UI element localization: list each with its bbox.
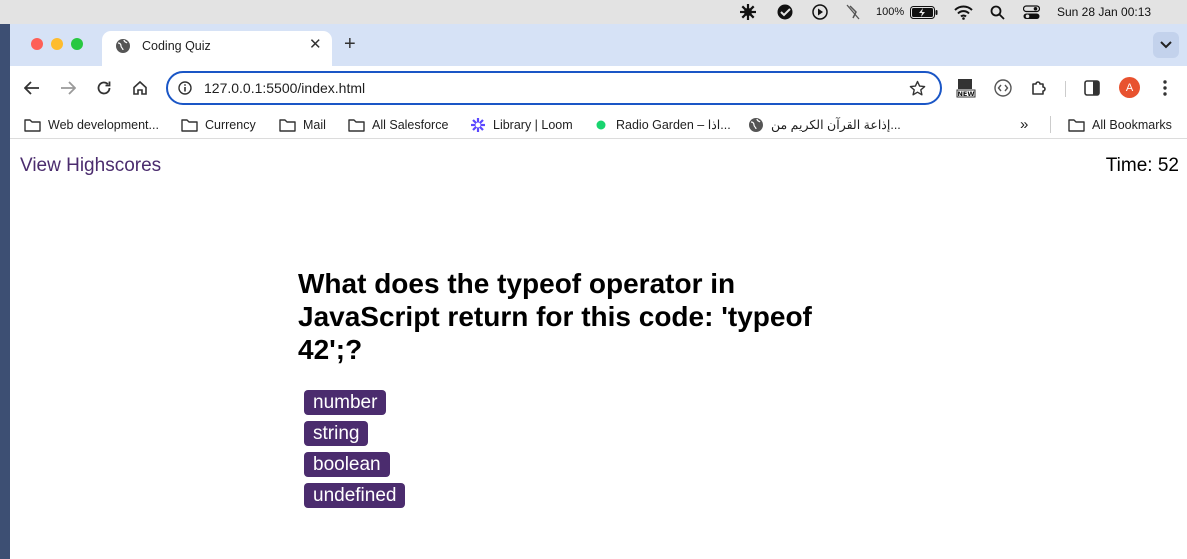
control-center-icon[interactable] <box>1023 0 1040 24</box>
zoom-window-button[interactable] <box>71 38 83 50</box>
check-status-icon[interactable] <box>776 0 795 24</box>
play-status-icon[interactable] <box>812 0 828 24</box>
answer-button-string[interactable]: string <box>304 421 369 446</box>
answer-button-number[interactable]: number <box>304 390 387 415</box>
reload-icon[interactable] <box>94 78 114 98</box>
kebab-menu-icon[interactable] <box>1155 78 1175 98</box>
chevron-down-icon <box>1160 41 1172 49</box>
loom-icon <box>471 117 485 132</box>
all-bookmarks-label: All Bookmarks <box>1092 117 1172 132</box>
new-extension-icon[interactable]: NEW <box>956 78 976 98</box>
bookmark-label: Mail <box>303 117 326 132</box>
all-bookmarks-folder[interactable]: All Bookmarks <box>1068 110 1172 139</box>
bookmark-quran-radio[interactable]: إذاعة القرآن الكريم من... <box>748 110 901 139</box>
tab-search-button[interactable] <box>1153 32 1179 58</box>
folder-icon <box>348 118 365 132</box>
bookmark-library-loom[interactable]: Library | Loom <box>470 110 573 139</box>
bookmark-label: All Salesforce <box>372 117 449 132</box>
bookmark-radio-garden[interactable]: Radio Garden – اذا... <box>596 110 731 139</box>
bookmark-label: إذاعة القرآن الكريم من... <box>771 118 901 132</box>
site-info-icon[interactable] <box>178 81 192 100</box>
battery-percent: 100% <box>876 6 905 18</box>
bookmark-label: Web development... <box>48 117 159 132</box>
globe-icon <box>115 38 131 54</box>
code-extension-icon[interactable] <box>993 78 1013 98</box>
muted-status-icon[interactable] <box>846 0 860 24</box>
browser-toolbar: 127.0.0.1:5500/index.html NEW A <box>10 66 1187 110</box>
quiz-page: View Highscores Time: 52 What does the t… <box>10 139 1187 559</box>
folder-icon <box>1068 118 1085 132</box>
forward-arrow-icon[interactable] <box>58 78 78 98</box>
globe-icon <box>749 117 763 132</box>
browser-window: Coding Quiz ✕ + 127.0.0.1:5500/index.htm… <box>10 24 1187 559</box>
tab-coding-quiz[interactable]: Coding Quiz ✕ <box>102 31 332 66</box>
toolbar-divider <box>1065 81 1066 97</box>
flower-status-icon[interactable] <box>739 0 757 24</box>
more-bookmarks-chevron-icon[interactable]: » <box>1020 110 1028 139</box>
answer-list: number string boolean undefined <box>304 390 406 514</box>
wifi-icon[interactable] <box>954 0 973 24</box>
tab-title: Coding Quiz <box>142 39 211 53</box>
bookmark-label: Currency <box>205 117 256 132</box>
answer-button-boolean[interactable]: boolean <box>304 452 390 477</box>
profile-avatar[interactable]: A <box>1119 77 1140 98</box>
radio-dot-icon <box>596 120 606 129</box>
folder-icon <box>181 118 198 132</box>
macos-menu-bar: 100% Sun 28 Jan 00:13 <box>0 0 1187 24</box>
battery-icon[interactable] <box>910 0 938 24</box>
minimize-window-button[interactable] <box>51 38 63 50</box>
answer-button-undefined[interactable]: undefined <box>304 483 406 508</box>
bookmark-all-salesforce[interactable]: All Salesforce <box>348 110 448 139</box>
quiz-question: What does the typeof operator in JavaScr… <box>298 268 812 365</box>
folder-icon <box>279 118 296 132</box>
close-tab-icon[interactable]: ✕ <box>309 35 322 53</box>
address-bar[interactable]: 127.0.0.1:5500/index.html <box>166 71 942 105</box>
url-text[interactable]: 127.0.0.1:5500/index.html <box>204 80 365 96</box>
folder-icon <box>24 118 41 132</box>
extensions-puzzle-icon[interactable] <box>1029 78 1049 98</box>
side-panel-icon[interactable] <box>1082 78 1102 98</box>
view-highscores-link[interactable]: View Highscores <box>20 155 161 177</box>
bookmark-web-development[interactable]: Web development... <box>24 110 159 139</box>
back-arrow-icon[interactable] <box>22 78 42 98</box>
bookmark-mail[interactable]: Mail <box>279 110 326 139</box>
spotlight-search-icon[interactable] <box>990 0 1005 24</box>
bookmark-currency[interactable]: Currency <box>181 110 256 139</box>
desktop-background <box>0 24 10 559</box>
menubar-clock[interactable]: Sun 28 Jan 00:13 <box>1057 0 1151 24</box>
bookmarks-bar: Web development... Currency Mail All Sal… <box>10 110 1187 139</box>
close-window-button[interactable] <box>31 38 43 50</box>
bookmark-label: Library | Loom <box>493 117 573 132</box>
bookmarks-divider <box>1050 116 1051 133</box>
svg-text:NEW: NEW <box>957 90 974 98</box>
home-icon[interactable] <box>130 78 150 98</box>
tab-strip: Coding Quiz ✕ + <box>10 24 1187 66</box>
new-tab-icon[interactable]: + <box>344 33 356 56</box>
bookmark-label: Radio Garden – اذا... <box>616 118 731 132</box>
bookmark-star-icon[interactable] <box>909 80 926 102</box>
quiz-timer: Time: 52 <box>1105 155 1179 176</box>
